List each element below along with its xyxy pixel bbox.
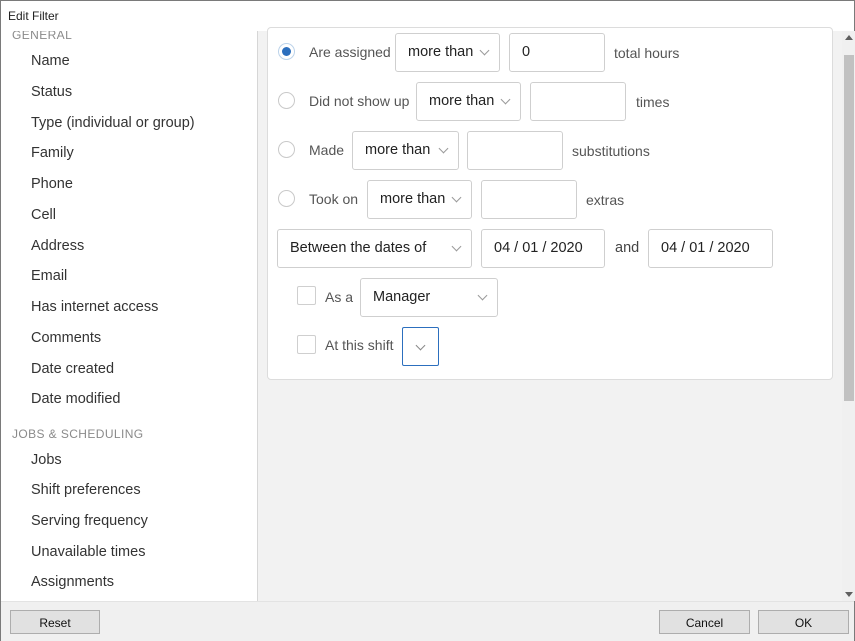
scroll-down-arrow-icon[interactable]: [845, 592, 853, 597]
sidebar-item-status[interactable]: Status: [31, 84, 72, 100]
radio-took-on[interactable]: [278, 190, 295, 207]
filter-panel: Are assigned more than 0 total hours Did…: [267, 27, 833, 380]
section-heading-jobs: JOBS & SCHEDULING: [12, 427, 144, 441]
start-date-input[interactable]: 04 / 01 / 2020: [481, 229, 605, 268]
sidebar-item-family[interactable]: Family: [31, 145, 74, 161]
chevron-down-icon: [500, 94, 511, 105]
unit-total-hours: total hours: [614, 45, 680, 61]
chevron-down-icon: [415, 340, 426, 351]
start-date-value: 04 / 01 / 2020: [494, 240, 583, 256]
label-as-a: As a: [325, 289, 354, 305]
unit-times: times: [636, 94, 670, 110]
label-and: and: [615, 240, 640, 256]
radio-made[interactable]: [278, 141, 295, 158]
reset-button[interactable]: Reset: [10, 610, 100, 634]
scroll-thumb[interactable]: [844, 55, 854, 401]
comparator-select-took-on[interactable]: more than: [367, 180, 472, 219]
sidebar-item-date-modified[interactable]: Date modified: [31, 391, 120, 407]
extras-input[interactable]: [481, 180, 577, 219]
label-made: Made: [309, 142, 345, 158]
comparator-select-made[interactable]: more than: [352, 131, 459, 170]
hours-input[interactable]: 0: [509, 33, 605, 72]
chevron-down-icon: [479, 45, 490, 56]
label-did-not-show-up: Did not show up: [309, 93, 410, 109]
substitutions-input[interactable]: [467, 131, 563, 170]
comparator-value: more than: [429, 93, 495, 109]
chevron-down-icon: [477, 290, 488, 301]
sidebar-item-type[interactable]: Type (individual or group): [31, 115, 195, 131]
role-select[interactable]: Manager: [360, 278, 498, 317]
sidebar-item-address[interactable]: Address: [31, 238, 84, 254]
sidebar-item-serving-frequency[interactable]: Serving frequency: [31, 513, 148, 529]
chevron-down-icon: [451, 241, 462, 252]
hours-value: 0: [522, 44, 531, 60]
label-took-on: Took on: [309, 191, 359, 207]
sidebar-item-cell[interactable]: Cell: [31, 207, 56, 223]
checkbox-as-a[interactable]: [297, 286, 316, 305]
label-are-assigned: Are assigned: [309, 44, 391, 60]
sidebar-item-date-created[interactable]: Date created: [31, 361, 114, 377]
dialog-footer: Reset Cancel OK: [1, 601, 854, 641]
chevron-down-icon: [438, 143, 449, 154]
sidebar-item-shift-preferences[interactable]: Shift preferences: [31, 482, 141, 498]
comparator-value: more than: [365, 142, 431, 158]
sidebar-item-assignments[interactable]: Assignments: [31, 574, 114, 590]
comparator-select-no-show[interactable]: more than: [416, 82, 521, 121]
comparator-value: more than: [408, 44, 474, 60]
filter-editor: Are assigned more than 0 total hours Did…: [258, 27, 842, 601]
radio-did-not-show-up[interactable]: [278, 92, 295, 109]
sidebar-item-phone[interactable]: Phone: [31, 176, 73, 192]
sidebar-item-internet-access[interactable]: Has internet access: [31, 299, 158, 315]
comparator-select-assigned[interactable]: more than: [395, 33, 500, 72]
sidebar-item-unavailable-times[interactable]: Unavailable times: [31, 544, 145, 560]
scroll-up-arrow-icon[interactable]: [845, 35, 853, 40]
date-mode-value: Between the dates of: [290, 240, 427, 256]
sidebar-item-jobs[interactable]: Jobs: [31, 452, 62, 468]
end-date-input[interactable]: 04 / 01 / 2020: [648, 229, 773, 268]
field-sidebar[interactable]: GENERAL Name Status Type (individual or …: [1, 31, 258, 601]
comparator-value: more than: [380, 191, 446, 207]
cancel-button[interactable]: Cancel: [659, 610, 750, 634]
radio-are-assigned[interactable]: [278, 43, 295, 60]
date-mode-select[interactable]: Between the dates of: [277, 229, 472, 268]
edit-filter-dialog: Edit Filter GENERAL Name Status Type (in…: [0, 0, 855, 641]
role-value: Manager: [373, 289, 431, 305]
chevron-down-icon: [451, 192, 462, 203]
sidebar-item-name[interactable]: Name: [31, 53, 70, 69]
end-date-value: 04 / 01 / 2020: [661, 240, 750, 256]
sidebar-item-comments[interactable]: Comments: [31, 330, 101, 346]
label-at-shift: At this shift: [325, 337, 394, 353]
times-input[interactable]: [530, 82, 626, 121]
vertical-scrollbar[interactable]: [842, 31, 855, 601]
unit-extras: extras: [586, 192, 625, 208]
checkbox-at-shift[interactable]: [297, 335, 316, 354]
unit-substitutions: substitutions: [572, 143, 650, 159]
section-heading-general: GENERAL: [12, 31, 73, 42]
sidebar-item-email[interactable]: Email: [31, 268, 67, 284]
shift-select[interactable]: [402, 327, 439, 366]
ok-button[interactable]: OK: [758, 610, 849, 634]
